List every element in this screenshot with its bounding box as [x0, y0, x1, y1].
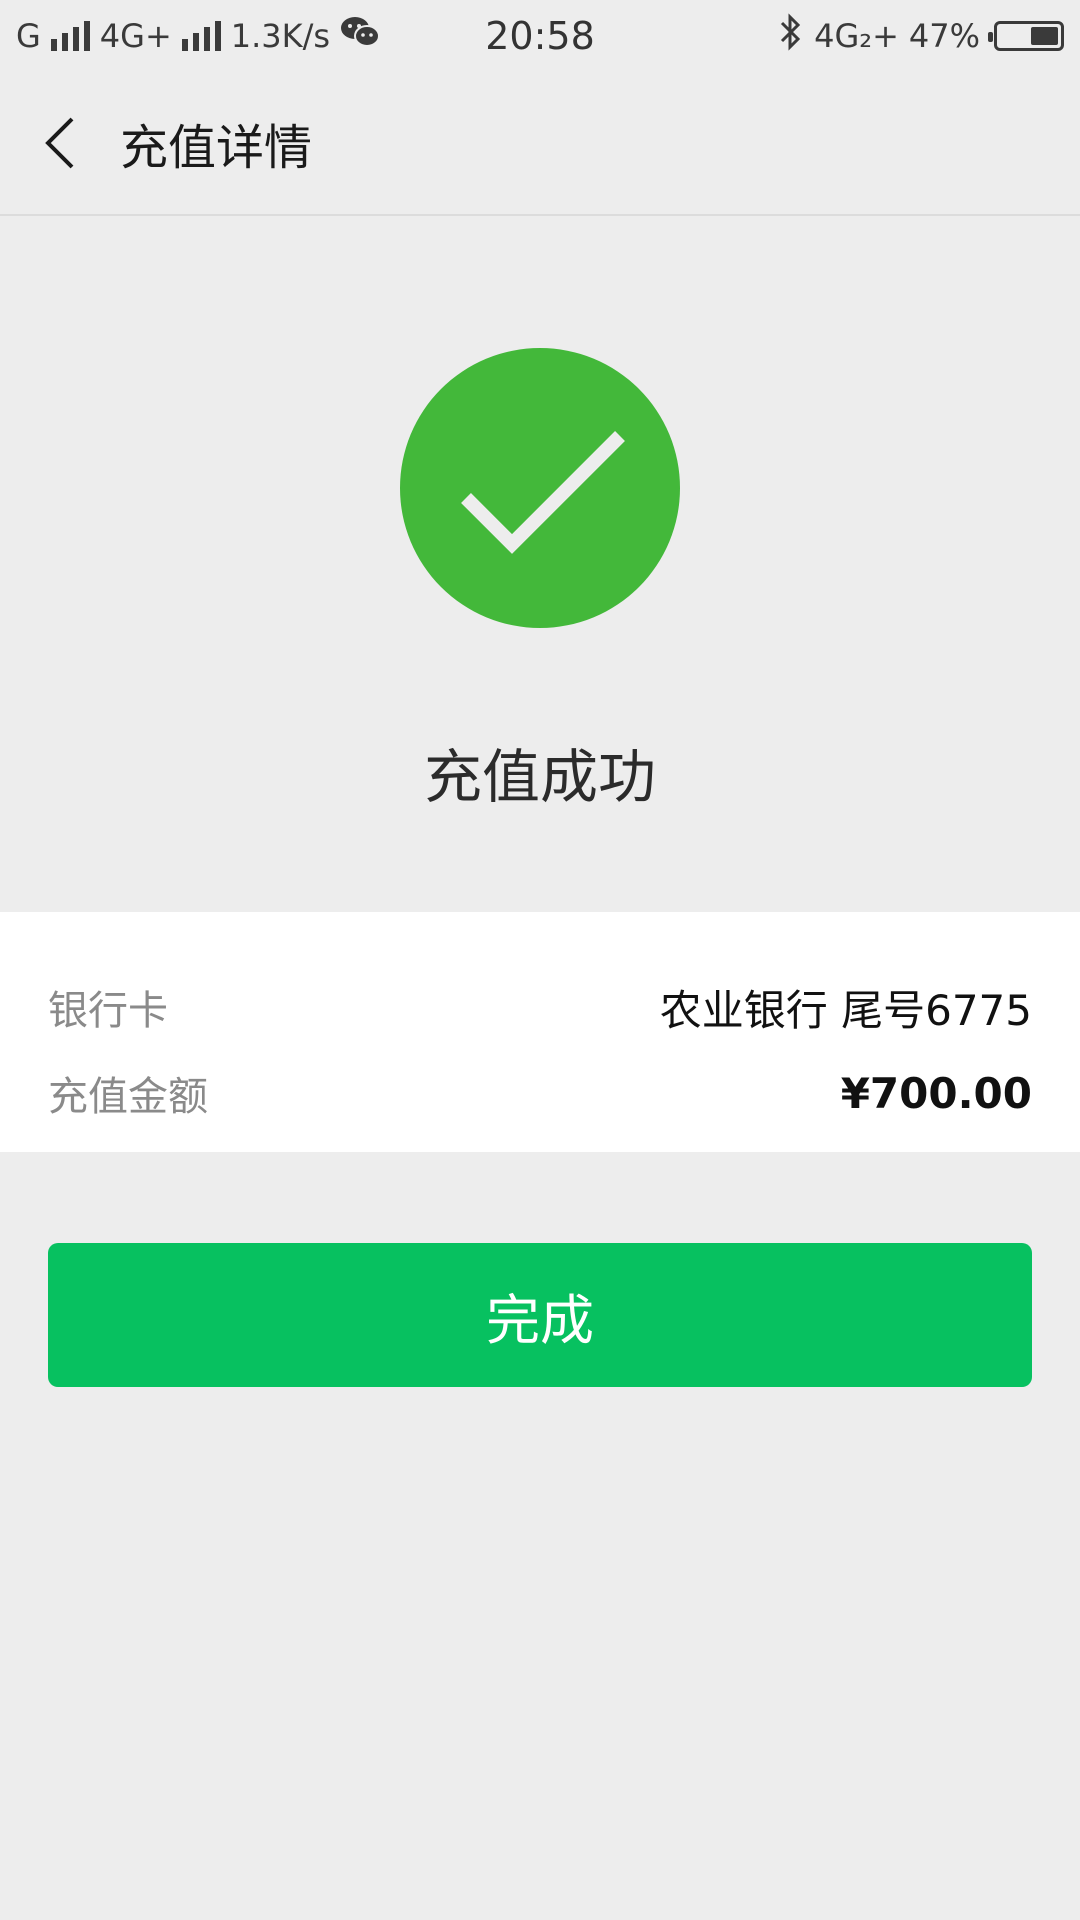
battery-percent: 47% [908, 17, 980, 55]
check-circle-icon [400, 348, 680, 628]
network-speed: 1.3K/s [230, 17, 331, 55]
done-button[interactable]: 完成 [48, 1243, 1032, 1387]
status-bar: G 4G+ 1.3K/s 20:58 4G₂+ 47% [0, 0, 1080, 72]
bank-card-label: 银行卡 [48, 988, 168, 1034]
page-title: 充值详情 [120, 120, 313, 176]
wechat-icon [340, 15, 381, 57]
nav-header: 充值详情 [0, 72, 1080, 216]
carrier-2-label: 4G+ [99, 17, 172, 55]
battery-icon [988, 21, 1064, 51]
battery-level-fill [1031, 27, 1058, 45]
status-right: 4G₂+ 47% [778, 13, 1080, 59]
signal-icon [50, 21, 90, 51]
chevron-left-icon [45, 117, 74, 169]
network-right-label: 4G₂+ [814, 17, 899, 55]
info-row-amount: 充值金额 ¥700.00 [48, 1050, 1032, 1136]
info-row-bank-card: 银行卡 农业银行 尾号6775 [48, 964, 1032, 1050]
status-left: G 4G+ 1.3K/s [0, 15, 381, 57]
bluetooth-icon [778, 13, 804, 59]
back-button[interactable] [0, 71, 120, 215]
carrier-1-label: G [16, 17, 41, 55]
recharge-info-card: 银行卡 农业银行 尾号6775 充值金额 ¥700.00 [0, 912, 1080, 1152]
amount-label: 充值金额 [48, 1074, 208, 1120]
success-message: 充值成功 [423, 743, 656, 811]
status-time: 20:58 [485, 14, 595, 58]
amount-value: ¥700.00 [840, 1068, 1032, 1118]
signal-icon-2 [181, 21, 221, 51]
bank-card-value: 农业银行 尾号6775 [659, 985, 1032, 1035]
